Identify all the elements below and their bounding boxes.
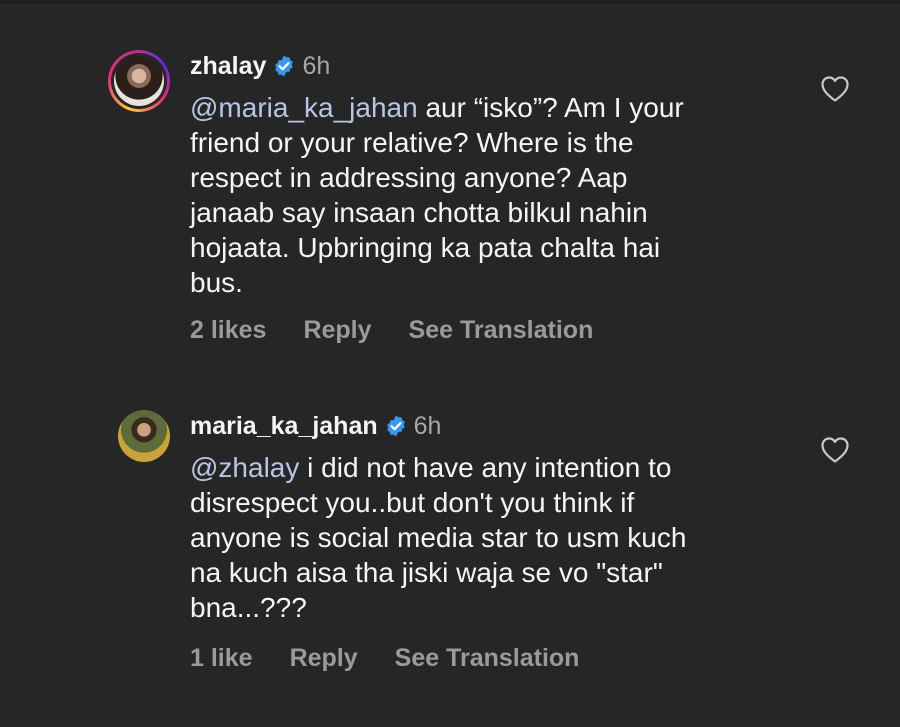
comment-username[interactable]: maria_ka_jahan (190, 412, 378, 441)
reply-button[interactable]: Reply (290, 644, 358, 673)
avatar[interactable] (108, 50, 170, 112)
mention-link[interactable]: @zhalay (190, 452, 299, 483)
reply-button[interactable]: Reply (303, 316, 371, 345)
see-translation-button[interactable]: See Translation (395, 644, 580, 673)
comment-header: zhalay 6h (190, 48, 330, 84)
comment-time: 6h (413, 411, 442, 440)
top-divider (0, 0, 900, 4)
comment-text: @maria_ka_jahan aur “isko”? Am I your fr… (190, 90, 770, 300)
comment-time: 6h (302, 51, 331, 80)
avatar[interactable] (118, 410, 170, 462)
heart-outline-icon[interactable] (820, 75, 850, 103)
likes-count[interactable]: 1 like (190, 644, 253, 673)
comment-username[interactable]: zhalay (190, 52, 266, 81)
verified-badge-icon (386, 415, 405, 437)
heart-outline-icon[interactable] (820, 436, 850, 464)
avatar-photo (114, 56, 164, 106)
verified-badge-icon (275, 55, 294, 77)
see-translation-button[interactable]: See Translation (409, 316, 594, 345)
mention-link[interactable]: @maria_ka_jahan (190, 92, 418, 123)
likes-count[interactable]: 2 likes (190, 316, 266, 345)
comment-text: @zhalay i did not have any intention to … (190, 450, 770, 625)
comment-actions: 1 like Reply See Translation (190, 644, 579, 673)
comment-actions: 2 likes Reply See Translation (190, 316, 593, 345)
comment-header: maria_ka_jahan 6h (190, 408, 441, 444)
